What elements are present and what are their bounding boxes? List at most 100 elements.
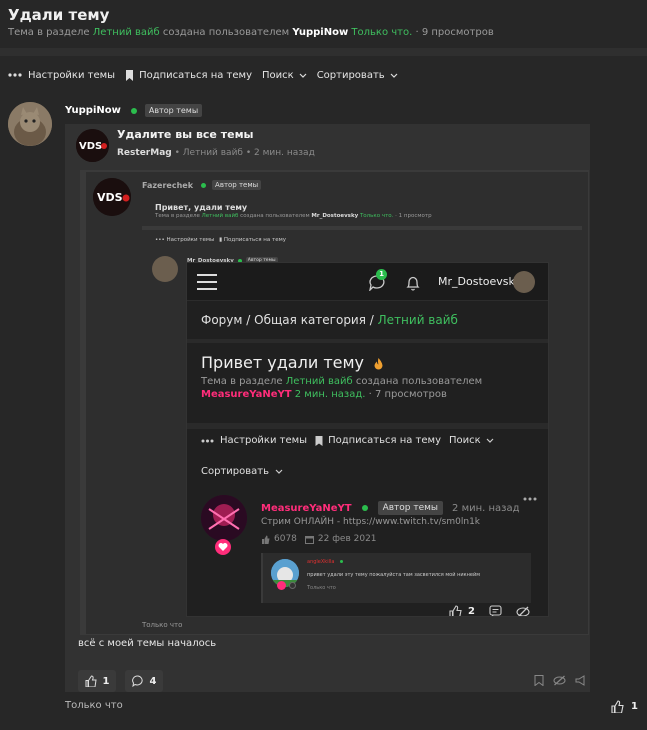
screenshot-settings-label[interactable]: Настройки темы xyxy=(220,435,307,446)
thumb-up-icon xyxy=(261,535,270,544)
thread-meta-prefix: Тема в разделе xyxy=(8,27,90,38)
inner-author-link[interactable]: angleXkilla xyxy=(307,559,334,565)
thread-toolbar: Настройки темы Подписаться на тему Поиск… xyxy=(8,67,408,83)
bookmark-icon xyxy=(315,435,323,446)
hide-icon[interactable] xyxy=(516,606,530,616)
svg-text:VDS: VDS xyxy=(79,141,102,152)
hide-icon[interactable] xyxy=(553,675,566,686)
screenshot-post-time: 2 мин. назад xyxy=(452,502,520,514)
screenshot-creator-link[interactable]: MeasureYaNeYT xyxy=(201,389,292,400)
bookmark-icon xyxy=(125,69,134,81)
thumb-up-icon xyxy=(611,700,624,713)
quote-author-link[interactable]: ResterMag xyxy=(117,148,172,158)
search-label: Поиск xyxy=(262,69,294,81)
nested-time: Только что. xyxy=(359,213,394,219)
nested-meta: Тема в разделе Летний вайб создана польз… xyxy=(155,213,432,219)
reply-count-button[interactable]: 4 xyxy=(125,670,163,692)
thumb-up-icon[interactable] xyxy=(449,605,462,616)
thread-meta: Тема в разделе Летний вайб создана польз… xyxy=(8,27,494,38)
author-badge: Автор темы xyxy=(212,180,262,190)
screenshot-inner-quote: angleXkilla привет удали эту тему пожалу… xyxy=(261,553,531,603)
nested-meta-prefix: Тема в разделе xyxy=(155,213,200,219)
reply-count: 4 xyxy=(149,675,157,687)
screenshot-subscribe-label[interactable]: Подписаться на тему xyxy=(328,435,441,446)
nested-subscribe-label[interactable]: Подписаться на тему xyxy=(224,237,286,243)
search-dropdown[interactable]: Поиск xyxy=(262,70,307,81)
nested-divider xyxy=(142,226,582,230)
nested-created-by: создана пользователем xyxy=(240,213,310,219)
quote-section-link[interactable]: Летний вайб xyxy=(183,148,243,158)
quote-meta: ResterMag • Летний вайб • 2 мин. назад xyxy=(117,148,315,158)
screenshot-created-by: создана пользователем xyxy=(355,376,483,387)
calendar-icon xyxy=(304,535,314,544)
screenshot-sort[interactable]: Сортировать xyxy=(201,466,283,477)
more-dots-icon[interactable] xyxy=(523,497,537,501)
chevron-down-icon xyxy=(299,73,307,78)
thumb-up-icon xyxy=(85,675,97,687)
screenshot-header: 1 Mr_Dostoevsky xyxy=(187,263,548,301)
thread-section-link[interactable]: Летний вайб xyxy=(93,27,160,38)
nested-author-row: Fazerechek Автор темы xyxy=(142,180,262,190)
avatar[interactable]: VDS xyxy=(76,129,109,162)
bookmark-icon: ▮ xyxy=(219,237,223,243)
svg-text:VDS: VDS xyxy=(97,191,123,204)
sort-dropdown[interactable]: Сортировать xyxy=(317,70,398,81)
score-count: 1 xyxy=(631,701,638,712)
thread-settings-button[interactable]: Настройки темы xyxy=(8,70,115,81)
screenshot-stat-date: 22 фев 2021 xyxy=(317,534,377,544)
header-divider xyxy=(0,48,647,56)
reply-icon[interactable] xyxy=(489,605,502,616)
hamburger-icon[interactable] xyxy=(197,273,217,290)
post-text: всё с моей темы началось xyxy=(78,638,217,649)
nested-section-link[interactable]: Летний вайб xyxy=(202,213,239,219)
nested-toolbar: ••• Настройки темы ▮ Подписаться на тему xyxy=(155,237,286,243)
thread-created-by: создана пользователем xyxy=(162,27,290,38)
subscribe-label: Подписаться на тему xyxy=(139,69,252,81)
screenshot-search-label[interactable]: Поиск xyxy=(449,435,481,446)
screenshot-post-stats: 6078 22 фев 2021 xyxy=(261,534,377,544)
post-author-row: YuppiNow Автор темы xyxy=(65,104,203,117)
nested-settings-label[interactable]: Настройки темы xyxy=(166,237,214,243)
more-dots-icon[interactable] xyxy=(201,439,214,443)
crumb-forum[interactable]: Форум xyxy=(201,313,242,327)
more-dots-icon[interactable]: ••• xyxy=(155,237,165,243)
avatar[interactable] xyxy=(201,495,247,541)
bell-icon[interactable] xyxy=(406,275,420,291)
bookmark-icon[interactable] xyxy=(534,675,544,686)
online-dot xyxy=(130,107,137,114)
breadcrumb: Форум / Общая категория / Летний вайб xyxy=(201,313,458,327)
post-score[interactable]: 1 xyxy=(611,700,638,713)
avatar[interactable]: VDS xyxy=(93,178,131,216)
nested-creator-link[interactable]: Mr_Dostoevsky xyxy=(311,213,358,219)
screenshot-time: 2 мин. назад. xyxy=(294,389,366,400)
report-icon[interactable] xyxy=(575,675,587,686)
thread-author-link[interactable]: YuppiNow xyxy=(292,27,348,38)
post-time: Только что xyxy=(65,700,123,711)
nested-footer-time: Только что xyxy=(142,621,183,629)
screenshot-post-author[interactable]: MeasureYaNeYT xyxy=(261,503,352,514)
nested-title[interactable]: Привет, удали тему xyxy=(155,203,247,212)
crumb-category[interactable]: Общая категория xyxy=(254,313,366,327)
sort-label: Сортировать xyxy=(316,69,385,81)
screenshot-title: Привет удали тему xyxy=(201,353,384,372)
screenshot-username[interactable]: Mr_Dostoevsky xyxy=(438,275,521,288)
screenshot-section-link[interactable]: Летний вайб xyxy=(286,376,353,387)
online-dot xyxy=(340,560,344,563)
quote-title[interactable]: Удалите вы все темы xyxy=(117,128,254,141)
avatar[interactable] xyxy=(152,256,178,282)
screenshot-divider xyxy=(187,423,548,429)
status-icon xyxy=(289,582,296,589)
screenshot-sort-label: Сортировать xyxy=(201,466,269,477)
like-button[interactable]: 1 xyxy=(78,670,116,692)
thread-title: Удали тему xyxy=(8,6,110,24)
fire-icon xyxy=(373,357,384,371)
thread-views: · 9 просмотров xyxy=(415,27,494,38)
post-author-link[interactable]: YuppiNow xyxy=(65,105,121,116)
subscribe-button[interactable]: Подписаться на тему xyxy=(125,69,252,81)
nested-author-link[interactable]: Fazerechek xyxy=(142,181,193,190)
inner-text: привет удали эту тему пожалуйста там зас… xyxy=(307,572,480,578)
crumb-section[interactable]: Летний вайб xyxy=(378,313,458,327)
avatar[interactable] xyxy=(513,271,535,293)
avatar[interactable] xyxy=(8,102,52,146)
screenshot-post-author-row: MeasureYaNeYT Автор темы 2 мин. назад xyxy=(261,501,520,515)
